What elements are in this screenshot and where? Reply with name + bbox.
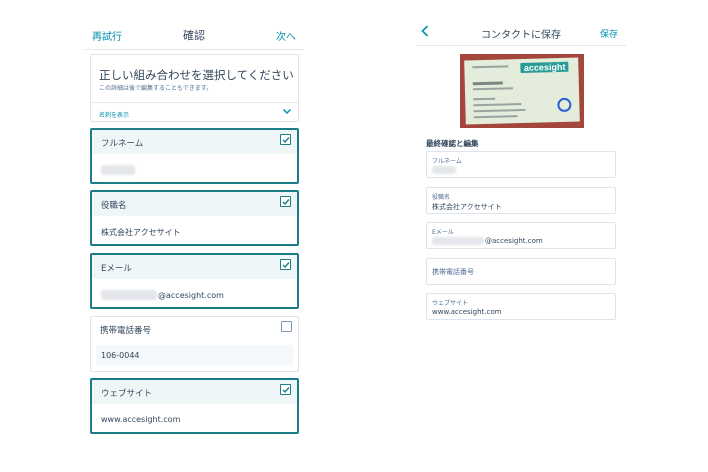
jobtitle-field[interactable]: 役職名 株式会社アクセサイト [426,187,616,214]
field-value: @accesight.com [432,237,543,245]
card-text-line [473,108,526,113]
redaction-blur [432,166,456,174]
card-value [101,165,135,175]
card-text-line [473,97,496,101]
email-domain: @accesight.com [158,290,224,300]
checkbox-checked-icon[interactable] [280,196,291,207]
combination-panel: 正しい組み合わせを選択してください この詳細は後で編集することもできます。 名刺… [90,54,299,122]
card-header: 携帯電話番号 [91,317,298,341]
card-label: フルネーム [101,139,144,149]
fullname-field[interactable]: フルネーム [426,151,616,178]
next-button[interactable]: 次へ [276,28,296,43]
card-text-line [473,115,518,119]
combination-subtitle: この詳細は後で編集することもできます。 [99,85,213,92]
field-label: 役職名 [432,194,451,201]
card-header: Eメール [92,255,297,279]
show-card-link[interactable]: 名刺を表示 [99,110,129,119]
card-logo: accesight [520,61,569,74]
card-label: Eメール [101,264,132,274]
checkbox-checked-icon[interactable] [280,384,291,395]
field-label: Eメール [432,229,454,236]
email-domain: @accesight.com [485,237,543,245]
card-value: @accesight.com [101,290,224,300]
business-card-image[interactable]: accesight [460,54,584,128]
field-card-jobtitle[interactable]: 役職名 株式会社アクセサイト [90,190,299,246]
combination-title: 正しい組み合わせを選択してください [99,68,294,82]
redaction-blur [101,165,135,175]
card-label: 役職名 [101,201,127,211]
save-contact-screen: コンタクトに保存 保存 accesight 最終確認と編集 フルネーム 役職名 … [416,20,626,460]
redaction-blur [432,237,484,245]
card-text-line [472,65,509,69]
card-value: www.accesight.com [101,415,181,424]
card-text-line [473,103,522,107]
chevron-down-icon[interactable] [282,106,292,116]
card-stamp [557,97,572,113]
card-text-line [472,87,513,91]
field-value [432,166,456,174]
field-card-email[interactable]: Eメール @accesight.com [90,253,299,309]
confirm-header: 再試行 確認 次へ [84,20,304,50]
page-title: 確認 [183,29,205,42]
field-card-website[interactable]: ウェブサイト www.accesight.com [90,378,299,434]
card-header: ウェブサイト [92,380,297,404]
checkbox-empty-icon[interactable] [281,321,292,332]
page-title: コンタクトに保存 [481,30,561,41]
divider [91,102,298,103]
field-label: ウェブサイト [432,300,469,307]
card-label: ウェブサイト [101,389,153,399]
confirm-screen: 再試行 確認 次へ 正しい組み合わせを選択してください この詳細は後で編集するこ… [84,20,304,460]
card-value: 株式会社アクセサイト [101,228,181,237]
website-field[interactable]: ウェブサイト www.accesight.com [426,293,616,320]
field-value: www.accesight.com [432,308,502,316]
field-value: 株式会社アクセサイト [432,203,502,211]
business-card-face: accesight [464,57,580,125]
card-value: 106-0044 [101,351,140,360]
field-card-fullname[interactable]: フルネーム [90,128,299,184]
email-field[interactable]: Eメール @accesight.com [426,222,616,249]
field-card-mobile[interactable]: 携帯電話番号 106-0044 [90,316,299,372]
save-button[interactable]: 保存 [600,27,618,40]
checkbox-checked-icon[interactable] [280,134,291,145]
checkbox-checked-icon[interactable] [280,259,291,270]
card-header: フルネーム [92,130,297,154]
save-header: コンタクトに保存 保存 [416,20,626,46]
section-title: 最終確認と編集 [426,139,479,148]
field-placeholder: 携帯電話番号 [432,268,474,276]
mobile-field[interactable]: 携帯電話番号 [426,258,616,285]
redaction-blur [101,290,157,300]
card-label: 携帯電話番号 [100,326,152,336]
card-value-box: 106-0044 [96,345,293,365]
card-header: 役職名 [92,192,297,216]
card-text-line [472,81,503,86]
field-label: フルネーム [432,158,462,165]
